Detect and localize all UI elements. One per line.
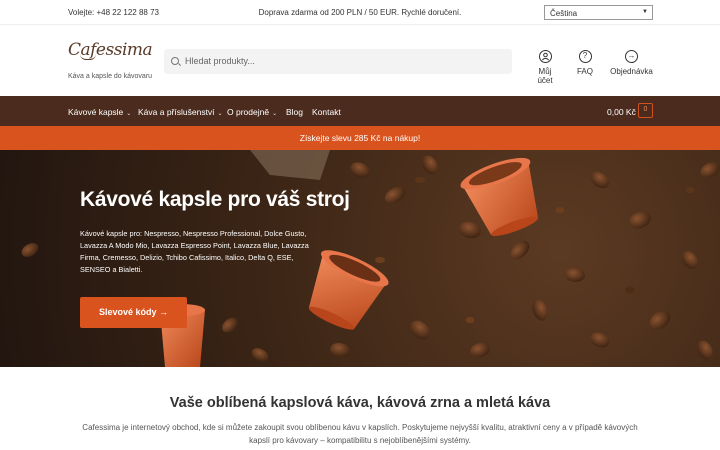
chevron-down-icon: ▼ [642, 9, 648, 15]
faq-label: FAQ [576, 67, 593, 76]
language-select[interactable]: Čeština ▼ [544, 5, 653, 20]
user-icon [538, 50, 552, 63]
search-input[interactable]: Hledat produkty... [164, 49, 512, 74]
language-value: Čeština [550, 9, 578, 18]
nav-item-o-prodejne[interactable]: O prodejně ⌄ [227, 107, 277, 117]
promo-banner[interactable]: Získejte slevu 285 Kč na nákup! [0, 126, 720, 150]
intro-heading: Vaše oblíbená kapslová káva, kávová zrna… [169, 395, 551, 411]
search-placeholder: Hledat produkty... [185, 56, 255, 66]
site-logo[interactable]: Cafessima [68, 40, 153, 60]
top-bar: Volejte: +48 22 122 88 73 Doprava zdarma… [0, 0, 720, 25]
question-icon: ? [578, 50, 592, 63]
order-label: Objednávka [610, 67, 653, 76]
intro-paragraph: Cafessima je internetový obchod, kde si … [82, 423, 638, 445]
nav-item-kavove-kapsle[interactable]: Kávové kapsle ⌄ [68, 107, 131, 117]
order-link[interactable]: → Objednávka [610, 50, 653, 76]
nav-label: Kávové kapsle [68, 107, 124, 117]
faq-link[interactable]: ? FAQ [576, 50, 594, 76]
chevron-down-icon: ⌄ [272, 111, 278, 117]
nav-label: Kontakt [312, 107, 341, 117]
chevron-down-icon: ⌄ [126, 111, 132, 117]
nav-item-kava-prislusenstvi[interactable]: Káva a příslušenství ⌄ [138, 107, 223, 117]
chevron-down-icon: ⌄ [217, 111, 223, 117]
arrow-right-icon: → [625, 50, 638, 63]
hero-description: Kávové kapsle pro: Nespresso, Nespresso … [80, 229, 309, 274]
discount-codes-button[interactable]: Slevové kódy → [80, 297, 187, 328]
hero-banner: Kávové kapsle pro váš stroj Kávové kapsl… [0, 150, 720, 367]
cart-total[interactable]: 0,00 Kč [607, 107, 636, 117]
hero-title: Kávové kapsle pro váš stroj [80, 188, 350, 211]
account-label: Můj účet [537, 67, 553, 85]
site-tagline: Káva a kapsle do kávovaru [68, 73, 153, 80]
nav-item-blog[interactable]: Blog [286, 107, 303, 117]
nav-label: Káva a příslušenství [138, 107, 215, 117]
nav-label: O prodejně [227, 107, 270, 117]
nav-item-kontakt[interactable]: Kontakt [312, 107, 341, 117]
search-icon [171, 57, 179, 65]
main-nav: Kávové kapsle ⌄ Káva a příslušenství ⌄ O p… [0, 96, 720, 126]
account-link[interactable]: Můj účet [530, 50, 560, 85]
cart-count-badge[interactable]: 0 [638, 103, 653, 118]
nav-label: Blog [286, 107, 304, 117]
